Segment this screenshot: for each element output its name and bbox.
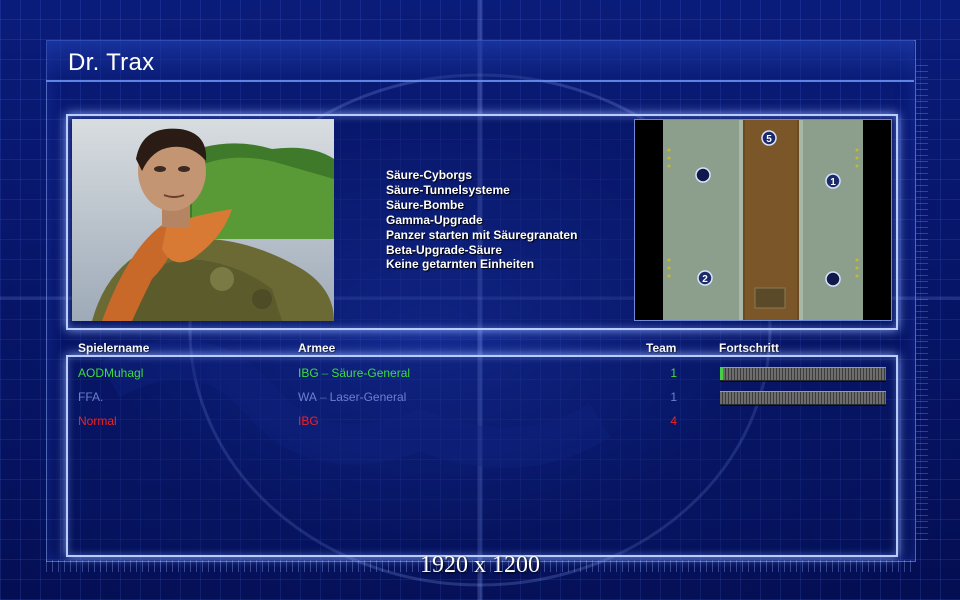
- army-faction: WA: [298, 390, 317, 404]
- bonus-item: Keine getarnten Einheiten: [386, 257, 535, 272]
- spawn-label: 5: [766, 134, 772, 145]
- spawn-marker: [825, 271, 841, 287]
- spawn-label: 2: [702, 274, 708, 285]
- bonus-item: Beta-Upgrade-Säure: [386, 242, 503, 257]
- player-name: Normal: [78, 414, 117, 428]
- team-number: 4: [670, 414, 677, 428]
- loading-progress-bar: [720, 367, 886, 381]
- army-cell: IBG – Säure-General: [298, 366, 410, 380]
- bonus-item: Säure-Tunnelsysteme: [386, 182, 510, 197]
- team-number: 1: [670, 390, 677, 404]
- army-general: Laser-General: [329, 390, 407, 404]
- loading-progress-bar: [720, 391, 886, 405]
- resolution-label: 1920 x 1200: [420, 552, 540, 578]
- column-header-player: Spielername: [78, 341, 150, 355]
- title-bar: [46, 40, 914, 82]
- army-cell: WA – Laser-General: [298, 390, 406, 404]
- player-name: FFA.: [78, 390, 104, 404]
- army-faction: IBG: [298, 366, 319, 380]
- bonus-item: Säure-Bombe: [386, 197, 465, 212]
- general-bonus-list: Säure-Cyborgs Säure-Tunnelsysteme Säure-…: [386, 168, 577, 272]
- loading-progress-fill: [720, 368, 724, 380]
- spawn-label: 1: [830, 177, 836, 188]
- player-name: AODMuhagl: [78, 366, 144, 380]
- map-preview: 5 1 2: [634, 119, 892, 321]
- spawn-marker: [695, 167, 711, 183]
- bonus-item: Panzer starten mit Säuregranaten: [386, 227, 578, 242]
- team-number: 1: [670, 366, 677, 380]
- bonus-item: Säure-Cyborgs: [386, 168, 473, 182]
- column-header-team: Team: [646, 341, 677, 355]
- general-name-title: Dr. Trax: [68, 49, 155, 76]
- column-header-army: Armee: [298, 341, 336, 355]
- ruler-right: [916, 60, 928, 540]
- army-faction: IBG: [298, 414, 319, 428]
- army-separator: –: [321, 366, 329, 380]
- table-row: FFA. WA – Laser-General 1: [0, 390, 960, 410]
- army-cell: IBG: [298, 414, 319, 428]
- table-row: AODMuhagl IBG – Säure-General 1: [0, 366, 960, 386]
- army-separator: –: [319, 390, 327, 404]
- general-portrait: [72, 119, 334, 321]
- column-header-progress: Fortschritt: [719, 341, 779, 355]
- table-row: Normal IBG 4: [0, 414, 960, 434]
- bonus-item: Gamma-Upgrade: [386, 212, 483, 227]
- army-general: Säure-General: [331, 366, 411, 380]
